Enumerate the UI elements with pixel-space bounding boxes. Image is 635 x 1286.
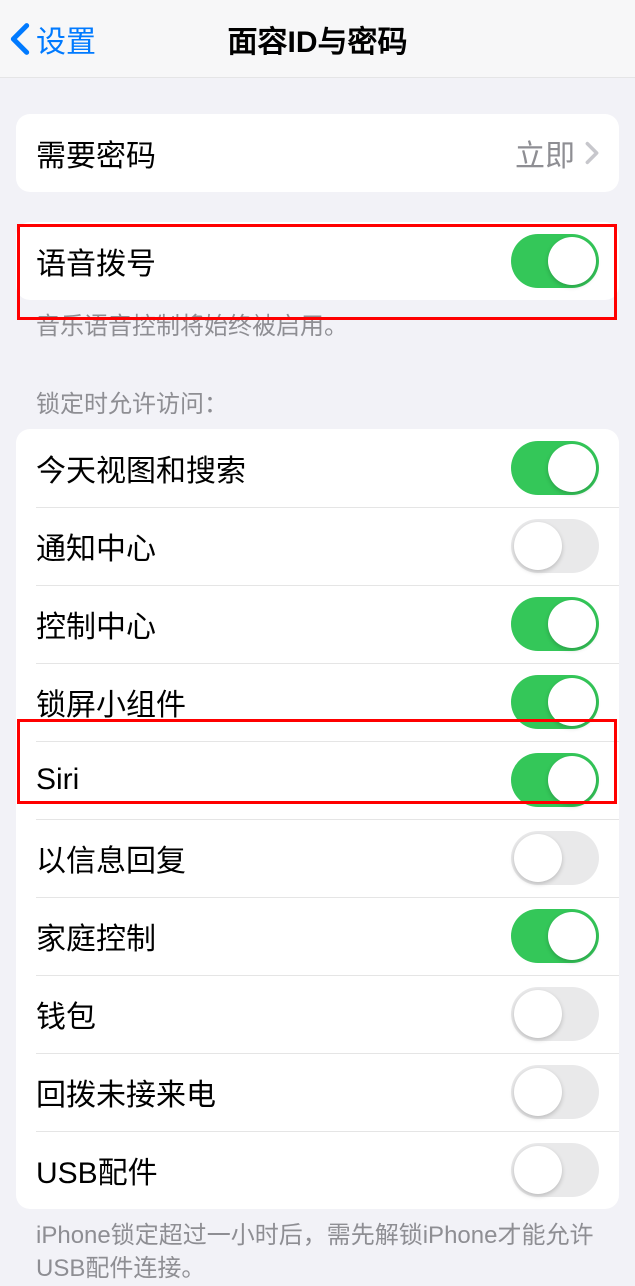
lock-item-label: 通知中心: [36, 524, 511, 568]
require-passcode-label: 需要密码: [36, 131, 515, 175]
voice-dial-toggle[interactable]: [511, 234, 599, 288]
lock-item-label: 今天视图和搜索: [36, 446, 511, 490]
chevron-right-icon: [585, 141, 599, 165]
lock-item-label: 回拨未接来电: [36, 1070, 511, 1114]
row-lock-item: 控制中心: [16, 585, 619, 663]
back-label: 设置: [36, 17, 96, 61]
row-lock-item: USB配件: [16, 1131, 619, 1209]
lock-item-toggle[interactable]: [511, 1143, 599, 1197]
lock-item-toggle[interactable]: [511, 987, 599, 1041]
lock-item-toggle[interactable]: [511, 1065, 599, 1119]
lock-item-label: 钱包: [36, 992, 511, 1036]
require-passcode-value: 立即: [515, 131, 575, 175]
lock-item-label: Siri: [36, 763, 511, 797]
lock-item-toggle[interactable]: [511, 753, 599, 807]
lock-item-label: 控制中心: [36, 602, 511, 646]
section-voice-dial: 语音拨号: [16, 222, 619, 300]
row-require-passcode[interactable]: 需要密码 立即: [16, 114, 619, 192]
row-lock-item: 通知中心: [16, 507, 619, 585]
row-lock-item: 以信息回复: [16, 819, 619, 897]
voice-dial-label: 语音拨号: [36, 239, 511, 283]
row-lock-item: 回拨未接来电: [16, 1053, 619, 1131]
row-lock-item: 钱包: [16, 975, 619, 1053]
lock-section-footer: iPhone锁定超过一小时后，需先解锁iPhone才能允许USB配件连接。: [16, 1209, 619, 1286]
section-lock-access: 今天视图和搜索通知中心控制中心锁屏小组件 Siri 以信息回复家庭控制钱包回拨未接来…: [16, 429, 619, 1209]
lock-item-label: 家庭控制: [36, 914, 511, 958]
lock-item-toggle[interactable]: [511, 441, 599, 495]
lock-item-toggle[interactable]: [511, 519, 599, 573]
lock-item-label: USB配件: [36, 1148, 511, 1192]
section-require-passcode: 需要密码 立即: [16, 114, 619, 192]
row-lock-item: 锁屏小组件: [16, 663, 619, 741]
page-title: 面容ID与密码: [16, 17, 619, 61]
row-lock-item: 家庭控制: [16, 897, 619, 975]
back-button[interactable]: 设置: [10, 17, 96, 61]
lock-item-toggle[interactable]: [511, 597, 599, 651]
nav-header: 设置 面容ID与密码: [0, 0, 635, 78]
lock-item-toggle[interactable]: [511, 909, 599, 963]
lock-item-toggle[interactable]: [511, 675, 599, 729]
lock-item-label: 锁屏小组件: [36, 680, 511, 724]
lock-item-toggle[interactable]: [511, 831, 599, 885]
voice-dial-footer: 音乐语音控制将始终被启用。: [16, 300, 619, 344]
lock-section-header: 锁定时允许访问：: [16, 344, 619, 429]
chevron-left-icon: [10, 22, 30, 56]
row-lock-item: 今天视图和搜索: [16, 429, 619, 507]
lock-item-label: 以信息回复: [36, 836, 511, 880]
row-lock-item: Siri: [16, 741, 619, 819]
row-voice-dial: 语音拨号: [16, 222, 619, 300]
